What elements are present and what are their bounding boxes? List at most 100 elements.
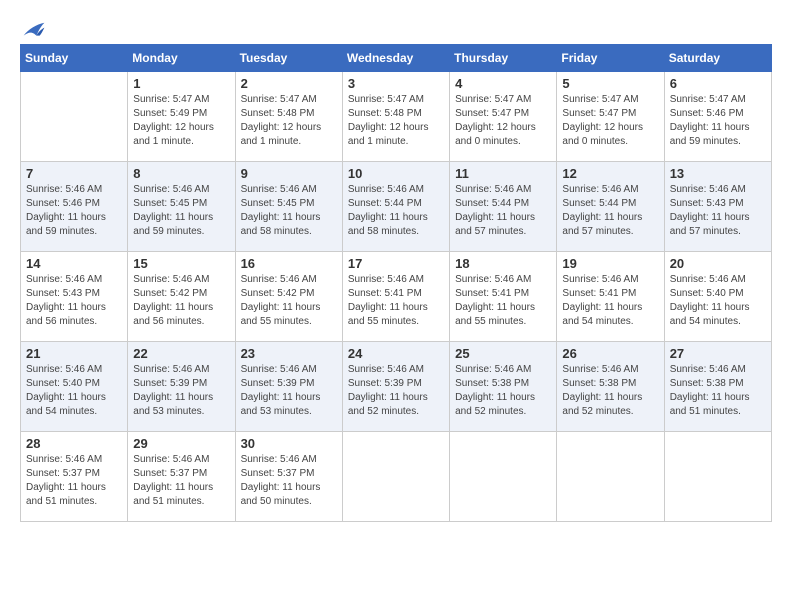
calendar-cell: 22 Sunrise: 5:46 AM Sunset: 5:39 PM Dayli… (128, 342, 235, 432)
day-info: Sunrise: 5:46 AM Sunset: 5:37 PM Dayligh… (241, 453, 337, 509)
day-number: 5 (562, 76, 658, 91)
day-number: 20 (670, 256, 766, 271)
calendar-cell: 11 Sunrise: 5:46 AM Sunset: 5:44 PM Dayli… (450, 162, 557, 252)
day-number: 3 (348, 76, 444, 91)
column-header-thursday: Thursday (450, 45, 557, 72)
day-number: 27 (670, 346, 766, 361)
day-number: 25 (455, 346, 551, 361)
day-number: 13 (670, 166, 766, 181)
day-number: 9 (241, 166, 337, 181)
calendar-cell: 19Sunrise: 5:46 AM Sunset: 5:41 PM Dayli… (557, 252, 664, 342)
calendar-cell: 5 Sunrise: 5:47 AM Sunset: 5:47 PM Daylig… (557, 72, 664, 162)
calendar-header-row: SundayMondayTuesdayWednesdayThursdayFrid… (21, 45, 772, 72)
column-header-sunday: Sunday (21, 45, 128, 72)
calendar-cell: 25 Sunrise: 5:46 AM Sunset: 5:38 PM Dayli… (450, 342, 557, 432)
calendar-cell (342, 432, 449, 522)
day-info: Sunrise: 5:46 AM Sunset: 5:40 PM Dayligh… (26, 363, 122, 419)
calendar-cell: 14 Sunrise: 5:46 AM Sunset: 5:43 PM Dayli… (21, 252, 128, 342)
logo (20, 20, 46, 34)
day-info: Sunrise: 5:46 AM Sunset: 5:39 PM Dayligh… (348, 363, 444, 419)
column-header-saturday: Saturday (664, 45, 771, 72)
calendar-cell: 27 Sunrise: 5:46 AM Sunset: 5:38 PM Dayli… (664, 342, 771, 432)
day-info: Sunrise: 5:47 AM Sunset: 5:46 PM Dayligh… (670, 93, 766, 149)
day-info: Sunrise: 5:46 AM Sunset: 5:44 PM Dayligh… (348, 183, 444, 239)
column-header-wednesday: Wednesday (342, 45, 449, 72)
column-header-friday: Friday (557, 45, 664, 72)
day-info: Sunrise: 5:46 AM Sunset: 5:37 PM Dayligh… (133, 453, 229, 509)
day-info: Sunrise: 5:46 AM Sunset: 5:38 PM Dayligh… (670, 363, 766, 419)
day-info: Sunrise: 5:46 AM Sunset: 5:43 PM Dayligh… (26, 273, 122, 329)
calendar-week-row: 21 Sunrise: 5:46 AM Sunset: 5:40 PM Dayli… (21, 342, 772, 432)
column-header-monday: Monday (128, 45, 235, 72)
calendar-table: SundayMondayTuesdayWednesdayThursdayFrid… (20, 44, 772, 522)
calendar-cell: 18Sunrise: 5:46 AM Sunset: 5:41 PM Dayli… (450, 252, 557, 342)
day-number: 6 (670, 76, 766, 91)
calendar-cell: 28 Sunrise: 5:46 AM Sunset: 5:37 PM Dayli… (21, 432, 128, 522)
day-number: 30 (241, 436, 337, 451)
calendar-cell: 12 Sunrise: 5:46 AM Sunset: 5:44 PM Dayli… (557, 162, 664, 252)
day-info: Sunrise: 5:47 AM Sunset: 5:47 PM Dayligh… (455, 93, 551, 149)
calendar-cell (557, 432, 664, 522)
day-info: Sunrise: 5:46 AM Sunset: 5:38 PM Dayligh… (455, 363, 551, 419)
day-number: 4 (455, 76, 551, 91)
calendar-cell: 8 Sunrise: 5:46 AM Sunset: 5:45 PM Daylig… (128, 162, 235, 252)
day-info: Sunrise: 5:46 AM Sunset: 5:44 PM Dayligh… (562, 183, 658, 239)
day-number: 26 (562, 346, 658, 361)
calendar-cell: 3 Sunrise: 5:47 AM Sunset: 5:48 PM Daylig… (342, 72, 449, 162)
calendar-cell: 20 Sunrise: 5:46 AM Sunset: 5:40 PM Dayli… (664, 252, 771, 342)
calendar-cell (450, 432, 557, 522)
day-number: 16 (241, 256, 337, 271)
calendar-week-row: 1Sunrise: 5:47 AM Sunset: 5:49 PM Daylig… (21, 72, 772, 162)
calendar-cell: 1Sunrise: 5:47 AM Sunset: 5:49 PM Daylig… (128, 72, 235, 162)
day-info: Sunrise: 5:46 AM Sunset: 5:38 PM Dayligh… (562, 363, 658, 419)
day-number: 18 (455, 256, 551, 271)
day-number: 7 (26, 166, 122, 181)
calendar-cell: 10Sunrise: 5:46 AM Sunset: 5:44 PM Dayli… (342, 162, 449, 252)
day-info: Sunrise: 5:47 AM Sunset: 5:48 PM Dayligh… (348, 93, 444, 149)
calendar-cell: 23 Sunrise: 5:46 AM Sunset: 5:39 PM Dayli… (235, 342, 342, 432)
day-number: 11 (455, 166, 551, 181)
calendar-cell: 2 Sunrise: 5:47 AM Sunset: 5:48 PM Daylig… (235, 72, 342, 162)
calendar-week-row: 7 Sunrise: 5:46 AM Sunset: 5:46 PM Daylig… (21, 162, 772, 252)
day-number: 28 (26, 436, 122, 451)
day-number: 24 (348, 346, 444, 361)
day-info: Sunrise: 5:46 AM Sunset: 5:39 PM Dayligh… (133, 363, 229, 419)
day-info: Sunrise: 5:46 AM Sunset: 5:42 PM Dayligh… (241, 273, 337, 329)
calendar-cell: 6 Sunrise: 5:47 AM Sunset: 5:46 PM Daylig… (664, 72, 771, 162)
day-number: 14 (26, 256, 122, 271)
day-info: Sunrise: 5:46 AM Sunset: 5:44 PM Dayligh… (455, 183, 551, 239)
calendar-cell: 30 Sunrise: 5:46 AM Sunset: 5:37 PM Dayli… (235, 432, 342, 522)
day-number: 22 (133, 346, 229, 361)
calendar-cell: 17Sunrise: 5:46 AM Sunset: 5:41 PM Dayli… (342, 252, 449, 342)
calendar-cell: 4 Sunrise: 5:47 AM Sunset: 5:47 PM Daylig… (450, 72, 557, 162)
day-info: Sunrise: 5:46 AM Sunset: 5:40 PM Dayligh… (670, 273, 766, 329)
calendar-week-row: 28 Sunrise: 5:46 AM Sunset: 5:37 PM Dayli… (21, 432, 772, 522)
calendar-cell: 24 Sunrise: 5:46 AM Sunset: 5:39 PM Dayli… (342, 342, 449, 432)
calendar-cell: 15 Sunrise: 5:46 AM Sunset: 5:42 PM Dayli… (128, 252, 235, 342)
day-number: 21 (26, 346, 122, 361)
calendar-cell (664, 432, 771, 522)
page-header (20, 20, 772, 34)
calendar-cell: 7 Sunrise: 5:46 AM Sunset: 5:46 PM Daylig… (21, 162, 128, 252)
day-info: Sunrise: 5:46 AM Sunset: 5:39 PM Dayligh… (241, 363, 337, 419)
calendar-cell: 16 Sunrise: 5:46 AM Sunset: 5:42 PM Dayli… (235, 252, 342, 342)
day-info: Sunrise: 5:46 AM Sunset: 5:42 PM Dayligh… (133, 273, 229, 329)
day-number: 8 (133, 166, 229, 181)
day-info: Sunrise: 5:47 AM Sunset: 5:48 PM Dayligh… (241, 93, 337, 149)
day-number: 23 (241, 346, 337, 361)
day-info: Sunrise: 5:46 AM Sunset: 5:37 PM Dayligh… (26, 453, 122, 509)
day-number: 29 (133, 436, 229, 451)
day-info: Sunrise: 5:46 AM Sunset: 5:43 PM Dayligh… (670, 183, 766, 239)
day-info: Sunrise: 5:46 AM Sunset: 5:46 PM Dayligh… (26, 183, 122, 239)
calendar-cell (21, 72, 128, 162)
calendar-cell: 21 Sunrise: 5:46 AM Sunset: 5:40 PM Dayli… (21, 342, 128, 432)
day-number: 2 (241, 76, 337, 91)
day-info: Sunrise: 5:46 AM Sunset: 5:41 PM Dayligh… (348, 273, 444, 329)
day-number: 15 (133, 256, 229, 271)
day-info: Sunrise: 5:47 AM Sunset: 5:47 PM Dayligh… (562, 93, 658, 149)
day-number: 19 (562, 256, 658, 271)
calendar-cell: 29 Sunrise: 5:46 AM Sunset: 5:37 PM Dayli… (128, 432, 235, 522)
day-number: 12 (562, 166, 658, 181)
day-info: Sunrise: 5:46 AM Sunset: 5:45 PM Dayligh… (133, 183, 229, 239)
logo-bird-icon (22, 20, 46, 40)
